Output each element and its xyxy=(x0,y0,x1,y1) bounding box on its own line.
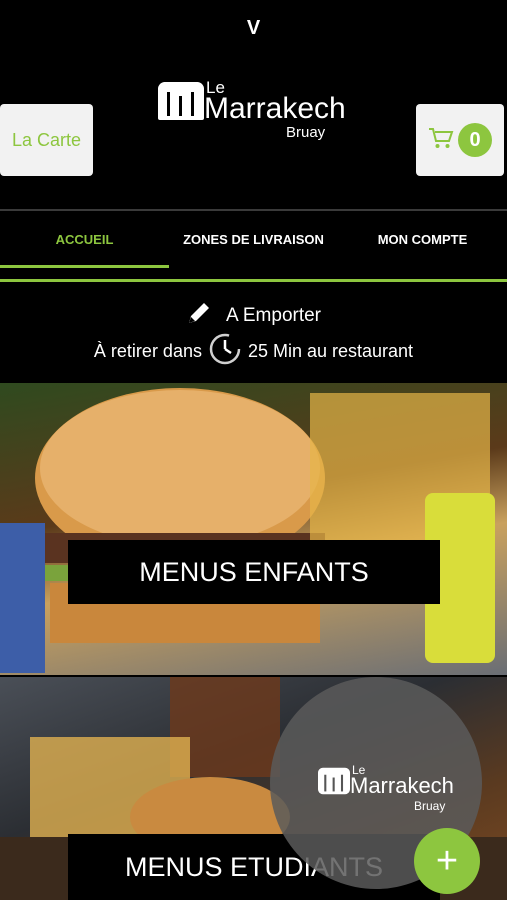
cart-icon xyxy=(428,126,454,155)
pickup-time: 25 Min au restaurant xyxy=(247,341,414,361)
burger-illustration xyxy=(0,388,495,673)
floating-logo: Le Marrakech Bruay xyxy=(318,763,458,823)
active-tab-indicator xyxy=(0,265,169,268)
floating-logo-city: Bruay xyxy=(414,799,446,813)
tab-zones-de-livraison[interactable]: ZONES DE LIVRAISON xyxy=(169,211,338,267)
logo-name: Marrakech xyxy=(204,92,346,125)
plus-button[interactable]: + xyxy=(414,828,480,894)
order-mode-label: A Emporter xyxy=(225,305,322,326)
tab-accueil[interactable]: ACCUEIL xyxy=(0,211,169,267)
category-banner-menus-enfants[interactable]: MENUS ENFANTS xyxy=(0,383,507,675)
plus-icon: + xyxy=(435,839,459,882)
cart-button[interactable]: 0 xyxy=(416,104,504,176)
cart-count-badge: 0 xyxy=(458,123,492,157)
header: La Carte Le Marrakech Bruay 0 xyxy=(0,56,507,209)
pickup-time-line: À retirer dans 25 Min au restaurant xyxy=(0,332,507,371)
order-mode-line[interactable]: A Emporter xyxy=(0,300,507,332)
logo-city: Bruay xyxy=(286,124,326,141)
tab-mon-compte[interactable]: MON COMPTE xyxy=(338,211,507,267)
top-bar: V xyxy=(0,0,507,56)
restaurant-logo[interactable]: Le Marrakech Bruay xyxy=(158,78,348,148)
floating-logo-name: Marrakech xyxy=(350,773,454,798)
top-letter: V xyxy=(246,17,261,39)
category-label: MENUS ENFANTS xyxy=(68,540,440,604)
pencil-icon xyxy=(186,300,212,332)
pickup-prefix: À retirer dans xyxy=(93,341,202,361)
main-tabs: ACCUEIL ZONES DE LIVRAISON MON COMPTE xyxy=(0,211,507,267)
logo-m-mark xyxy=(158,82,204,120)
delivery-info[interactable]: A Emporter À retirer dans 25 Min au rest… xyxy=(0,282,507,382)
la-carte-button[interactable]: La Carte xyxy=(0,104,93,176)
clock-icon xyxy=(208,332,242,371)
floating-logo-m-mark xyxy=(318,767,350,795)
